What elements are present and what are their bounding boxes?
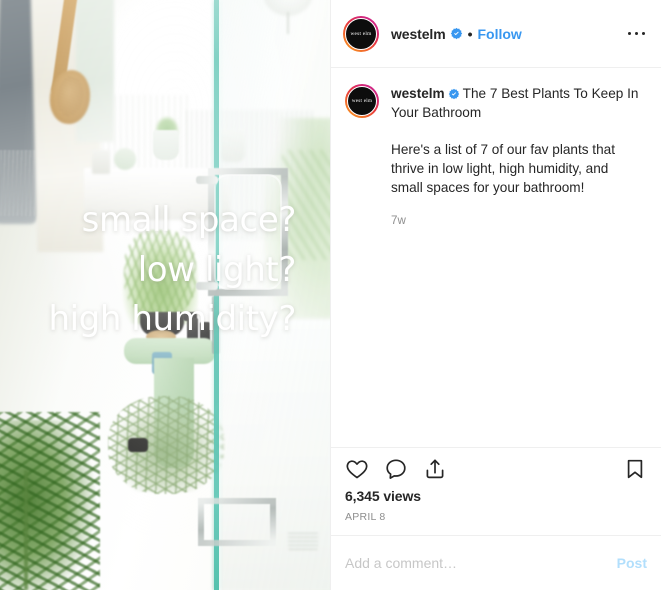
caption-row: west elm westelm The 7 Best Plants To Kee… bbox=[345, 84, 643, 230]
post-date: APRIL 8 bbox=[345, 511, 386, 523]
air-plant-base bbox=[128, 438, 148, 452]
mint-towel bbox=[76, 0, 114, 142]
share-icon[interactable] bbox=[423, 457, 447, 481]
heart-icon[interactable] bbox=[345, 457, 369, 481]
left-plant-stem bbox=[24, 470, 28, 590]
action-icon-row bbox=[345, 457, 647, 481]
overlay-line-2: low light? bbox=[137, 249, 297, 290]
ledge-planter bbox=[153, 130, 179, 160]
follow-button[interactable]: Follow bbox=[477, 26, 521, 42]
post-actions: 6,345 views APRIL 8 bbox=[331, 447, 661, 535]
caption-avatar-label: west elm bbox=[347, 86, 377, 116]
post-sidebar: west elm westelm • Follow west elm weste… bbox=[330, 0, 661, 590]
caption-body: Here's a list of 7 of our fav plants tha… bbox=[391, 141, 615, 196]
post-caption-area: west elm westelm The 7 Best Plants To Kee… bbox=[331, 68, 661, 447]
left-plant-leaves bbox=[0, 412, 100, 590]
view-count: 6,345 views bbox=[345, 488, 421, 504]
round-pot bbox=[114, 148, 136, 170]
verified-badge-icon bbox=[450, 27, 463, 40]
header-separator: • bbox=[467, 25, 473, 42]
bookmark-icon[interactable] bbox=[623, 457, 647, 481]
avatar-label: west elm bbox=[345, 17, 377, 50]
caption-username[interactable]: westelm bbox=[391, 86, 445, 101]
air-plant-leaves bbox=[108, 396, 224, 494]
handle-mount-top bbox=[196, 176, 218, 184]
post-media[interactable]: small space? low light? high humidity? bbox=[0, 0, 330, 590]
caption-avatar[interactable]: west elm bbox=[345, 84, 379, 118]
overlay-line-1: small space? bbox=[81, 200, 297, 240]
comment-bubble-icon[interactable] bbox=[384, 457, 408, 481]
avatar[interactable]: west elm bbox=[343, 15, 379, 52]
caption-verified-badge-icon bbox=[448, 86, 460, 100]
caption-timestamp: 7w bbox=[391, 214, 407, 228]
lower-door-handle bbox=[198, 498, 276, 546]
overlay-line-3: high humidity? bbox=[48, 299, 296, 340]
caption-text: westelm The 7 Best Plants To Keep In Your… bbox=[391, 84, 643, 230]
small-jar bbox=[92, 150, 110, 174]
header-username[interactable]: westelm bbox=[391, 26, 446, 42]
comment-box: Post bbox=[331, 535, 661, 590]
more-options-icon[interactable] bbox=[626, 24, 647, 43]
comment-input[interactable] bbox=[345, 555, 607, 571]
post-comment-button[interactable]: Post bbox=[607, 555, 647, 571]
post-header: west elm westelm • Follow bbox=[331, 0, 661, 68]
instagram-post: small space? low light? high humidity? w… bbox=[0, 0, 661, 590]
media-overlay-text: small space? low light? high humidity? bbox=[6, 196, 296, 345]
